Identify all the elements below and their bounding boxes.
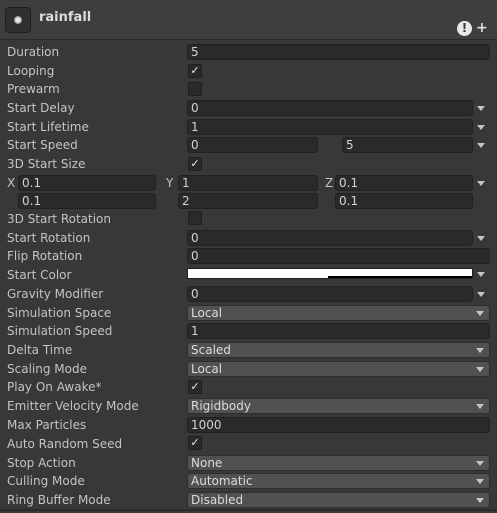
stop-action-dropdown[interactable]: None xyxy=(187,455,490,471)
start-speed-label: Start Speed xyxy=(7,138,78,152)
start-size-3d-checkbox[interactable]: ✓ xyxy=(188,157,202,171)
looping-checkbox[interactable]: ✓ xyxy=(188,64,202,78)
gravity-modifier-field[interactable]: 0 xyxy=(187,286,473,302)
culling-mode-dropdown[interactable]: Automatic xyxy=(187,473,490,489)
start-rotation-curve-dropdown-icon[interactable] xyxy=(477,236,485,241)
emitter-velocity-mode-dropdown[interactable]: Rigidbody xyxy=(187,398,490,414)
start-speed-curve-dropdown-icon[interactable] xyxy=(477,143,485,148)
size-z-max-field[interactable]: 0.1 xyxy=(335,193,473,209)
size-z-label[interactable]: Z xyxy=(325,176,333,190)
gravity-modifier-curve-dropdown-icon[interactable] xyxy=(477,292,485,297)
culling-mode-value: Automatic xyxy=(191,474,253,488)
particle-system-inspector: rainfall ! + Duration 5 Looping ✓ Prewar… xyxy=(0,0,497,513)
scaling-mode-label: Scaling Mode xyxy=(7,362,87,376)
start-delay-field[interactable]: 0 xyxy=(187,100,473,116)
size-x-max-field[interactable]: 0.1 xyxy=(18,193,156,209)
start-color-label: Start Color xyxy=(7,268,72,282)
start-rotation-field[interactable]: 0 xyxy=(187,230,473,246)
color-alpha-bar-opaque xyxy=(188,276,328,278)
size-z-min-field[interactable]: 0.1 xyxy=(335,175,473,191)
max-particles-label: Max Particles xyxy=(7,418,87,432)
flip-rotation-field[interactable]: 0 xyxy=(187,248,490,264)
simulation-speed-field[interactable]: 1 xyxy=(187,323,490,339)
particle-system-icon xyxy=(5,7,31,33)
flip-rotation-label: Flip Rotation xyxy=(7,249,83,263)
start-speed-max-field[interactable]: 5 xyxy=(342,137,473,153)
simulation-space-dropdown[interactable]: Local xyxy=(187,305,490,321)
start-delay-label: Start Delay xyxy=(7,101,75,115)
ring-buffer-mode-dropdown[interactable]: Disabled xyxy=(187,492,490,508)
duration-field[interactable]: 5 xyxy=(187,44,490,60)
size-x-label[interactable]: X xyxy=(7,176,15,190)
ring-buffer-mode-label: Ring Buffer Mode xyxy=(7,493,111,507)
prewarm-checkbox[interactable] xyxy=(188,82,202,96)
start-speed-min-field[interactable]: 0 xyxy=(187,137,318,153)
simulation-space-value: Local xyxy=(191,306,223,320)
stop-action-value: None xyxy=(191,456,223,470)
delta-time-value: Scaled xyxy=(191,343,231,357)
start-delay-curve-dropdown-icon[interactable] xyxy=(477,106,485,111)
chevron-down-icon xyxy=(476,479,484,484)
start-lifetime-curve-dropdown-icon[interactable] xyxy=(477,125,485,130)
prewarm-label: Prewarm xyxy=(7,82,60,96)
scaling-mode-value: Local xyxy=(191,362,223,376)
start-size-3d-label: 3D Start Size xyxy=(7,157,86,171)
emitter-velocity-mode-label: Emitter Velocity Mode xyxy=(7,399,139,413)
max-particles-field[interactable]: 1000 xyxy=(187,417,490,433)
start-color-swatch[interactable] xyxy=(187,268,473,279)
duration-label: Duration xyxy=(7,45,60,59)
delta-time-dropdown[interactable]: Scaled xyxy=(187,342,490,358)
auto-random-seed-checkbox[interactable]: ✓ xyxy=(188,436,202,450)
ring-buffer-mode-value: Disabled xyxy=(191,493,244,507)
start-lifetime-label: Start Lifetime xyxy=(7,120,89,134)
gravity-modifier-label: Gravity Modifier xyxy=(7,287,104,301)
check-icon: ✓ xyxy=(190,64,200,77)
size-y-min-field[interactable]: 1 xyxy=(178,175,318,191)
add-icon[interactable]: + xyxy=(476,21,488,36)
simulation-space-label: Simulation Space xyxy=(7,306,112,320)
play-on-awake-label: Play On Awake* xyxy=(7,380,102,394)
check-icon: ✓ xyxy=(190,380,200,393)
stop-action-label: Stop Action xyxy=(7,456,76,470)
auto-random-seed-label: Auto Random Seed xyxy=(7,437,123,451)
start-color-mode-dropdown-icon[interactable] xyxy=(477,272,485,277)
chevron-down-icon xyxy=(476,348,484,353)
component-header[interactable]: rainfall ! + xyxy=(0,0,497,40)
check-icon: ✓ xyxy=(190,157,200,170)
delta-time-label: Delta Time xyxy=(7,343,73,357)
start-rotation-3d-label: 3D Start Rotation xyxy=(7,212,112,226)
simulation-speed-label: Simulation Speed xyxy=(7,324,113,338)
size-y-max-field[interactable]: 2 xyxy=(178,193,318,209)
size-x-min-field[interactable]: 0.1 xyxy=(18,175,156,191)
start-size-curve-dropdown-icon[interactable] xyxy=(477,181,485,186)
emitter-velocity-mode-value: Rigidbody xyxy=(191,399,251,413)
start-lifetime-field[interactable]: 1 xyxy=(187,119,473,135)
color-alpha-bar xyxy=(328,276,472,278)
component-title: rainfall xyxy=(39,10,92,25)
chevron-down-icon xyxy=(476,311,484,316)
warning-icon[interactable]: ! xyxy=(457,21,472,36)
chevron-down-icon xyxy=(476,498,484,503)
play-on-awake-checkbox[interactable]: ✓ xyxy=(188,380,202,394)
size-y-label[interactable]: Y xyxy=(166,176,173,190)
chevron-down-icon xyxy=(476,461,484,466)
chevron-down-icon xyxy=(476,367,484,372)
culling-mode-label: Culling Mode xyxy=(7,474,85,488)
section-divider xyxy=(0,509,497,511)
check-icon: ✓ xyxy=(190,436,200,449)
looping-label: Looping xyxy=(7,64,55,78)
chevron-down-icon xyxy=(476,404,484,409)
start-rotation-3d-checkbox[interactable] xyxy=(188,211,202,225)
scaling-mode-dropdown[interactable]: Local xyxy=(187,361,490,377)
start-rotation-label: Start Rotation xyxy=(7,231,91,245)
